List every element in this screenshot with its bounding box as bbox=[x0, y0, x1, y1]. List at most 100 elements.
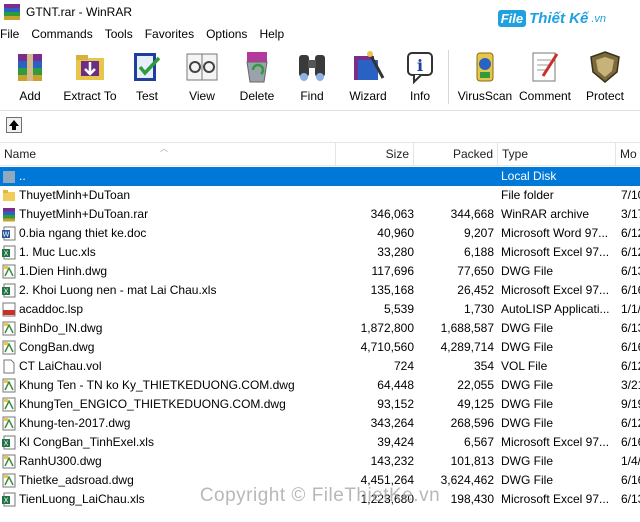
menu-options[interactable]: Options bbox=[206, 27, 253, 41]
menu-favorites[interactable]: Favorites bbox=[145, 27, 200, 41]
file-type: DWG File bbox=[501, 397, 553, 411]
file-row[interactable]: CongBan.dwg 4,710,560 4,289,714 DWG File 6/1… bbox=[0, 338, 640, 357]
delete-button[interactable]: Delete bbox=[230, 46, 284, 108]
file-name: RanhU300.dwg bbox=[19, 454, 102, 468]
add-label: Add bbox=[19, 89, 41, 103]
file-size: 33,280 bbox=[377, 245, 414, 259]
file-row[interactable]: BinhDo_IN.dwg 1,872,800 1,688,587 DWG File 6… bbox=[0, 319, 640, 338]
file-type: Microsoft Excel 97... bbox=[501, 435, 610, 449]
file-name: acaddoc.lsp bbox=[19, 302, 84, 316]
view-glasses-icon bbox=[186, 53, 218, 81]
toolbar-separator bbox=[448, 50, 449, 104]
column-name[interactable]: Name bbox=[0, 143, 336, 166]
column-modified[interactable]: Mo bbox=[616, 143, 640, 166]
up-folder-button[interactable] bbox=[6, 116, 22, 133]
file-packed: 1,688,587 bbox=[440, 321, 494, 335]
file-name-cell: CT LaiChau.vol bbox=[0, 357, 336, 376]
file-type: VOL File bbox=[501, 359, 548, 373]
file-row[interactable]: Khung-ten-2017.dwg 343,264 268,596 DWG File… bbox=[0, 414, 640, 433]
file-packed: 6,567 bbox=[463, 435, 494, 449]
file-modified: 9/19 bbox=[621, 397, 640, 411]
menu-help[interactable]: Help bbox=[259, 27, 290, 41]
file-packed: 268,596 bbox=[450, 416, 494, 430]
file-name-cell: 1.Dien Hinh.dwg bbox=[0, 262, 336, 281]
menu-commands[interactable]: Commands bbox=[31, 27, 98, 41]
comment-button[interactable]: Comment bbox=[515, 46, 575, 108]
file-packed: 3,624,462 bbox=[440, 473, 494, 487]
delete-label: Delete bbox=[239, 89, 275, 103]
file-name: ThuyetMinh+DuToan bbox=[19, 188, 131, 202]
menu-tools[interactable]: Tools bbox=[105, 27, 139, 41]
file-row[interactable]: ThuyetMinh+DuToan File folder 7/10 bbox=[0, 186, 640, 205]
file-type: DWG File bbox=[501, 454, 553, 468]
file-packed: 354 bbox=[473, 359, 494, 373]
info-label: Info bbox=[409, 89, 430, 103]
file-row[interactable]: ThuyetMinh+DuToan.rar 346,063 344,668 WinRA… bbox=[0, 205, 640, 224]
dwg-icon bbox=[2, 321, 16, 336]
winrar-app-icon bbox=[4, 4, 20, 20]
extract-folder-icon bbox=[76, 55, 104, 80]
virus-scan-button[interactable]: VirusScan bbox=[455, 46, 515, 108]
parent-folder-icon bbox=[2, 169, 16, 184]
file-row[interactable]: acaddoc.lsp 5,539 1,730 AutoLISP Applicati.… bbox=[0, 300, 640, 319]
file-packed: 344,668 bbox=[450, 207, 494, 221]
file-name-cell: X 1. Muc Luc.xls bbox=[0, 243, 336, 262]
add-button[interactable]: Add bbox=[0, 46, 60, 108]
column-size[interactable]: Size bbox=[336, 143, 414, 166]
file-modified: 3/21 bbox=[621, 378, 640, 392]
file-row[interactable]: W 0.bia ngang thiet ke.doc 40,960 9,207 Micr… bbox=[0, 224, 640, 243]
file-row[interactable]: 1.Dien Hinh.dwg 117,696 77,650 DWG File 6/13 bbox=[0, 262, 640, 281]
virus-scan-icon bbox=[476, 52, 494, 82]
file-type: WinRAR archive bbox=[501, 207, 590, 221]
file-type: Microsoft Excel 97... bbox=[501, 283, 610, 297]
file-name: 2. Khoi Luong nen - mat Lai Chau.xls bbox=[19, 283, 217, 297]
file-row[interactable]: Thietke_adsroad.dwg 4,451,264 3,624,462 DWG… bbox=[0, 471, 640, 490]
file-size: 93,152 bbox=[377, 397, 414, 411]
file-row[interactable]: CT LaiChau.vol 724 354 VOL File 6/12 bbox=[0, 357, 640, 376]
file-modified: 7/10 bbox=[621, 188, 640, 202]
file-row[interactable]: X 2. Khoi Luong nen - mat Lai Chau.xls 135… bbox=[0, 281, 640, 300]
file-row[interactable]: X TienLuong_LaiChau.xls 1,223,680 198,430 Mi… bbox=[0, 490, 640, 509]
file-name: BinhDo_IN.dwg bbox=[19, 321, 103, 335]
file-name-cell: .. bbox=[0, 167, 336, 186]
file-name: CT LaiChau.vol bbox=[19, 359, 102, 373]
protect-button[interactable]: Protect bbox=[575, 46, 635, 108]
file-name: Kl CongBan_TinhExel.xls bbox=[19, 435, 154, 449]
test-button[interactable]: Test bbox=[120, 46, 174, 108]
file-type: DWG File bbox=[501, 340, 553, 354]
file-size: 346,063 bbox=[370, 207, 414, 221]
file-modified: 6/13 bbox=[621, 492, 640, 506]
view-button[interactable]: View bbox=[174, 46, 230, 108]
test-label: Test bbox=[135, 89, 158, 103]
file-packed: 1,730 bbox=[463, 302, 494, 316]
file-modified: 6/16 bbox=[621, 283, 640, 297]
info-button[interactable]: i Info bbox=[396, 46, 444, 108]
file-name: KhungTen_ENGICO_THIETKEDUONG.COM.dwg bbox=[19, 397, 286, 411]
wizard-button[interactable]: Wizard bbox=[340, 46, 396, 108]
protect-shield-icon bbox=[590, 51, 620, 83]
file-name: 1. Muc Luc.xls bbox=[19, 245, 96, 259]
file-packed: 101,813 bbox=[450, 454, 494, 468]
file-row[interactable]: X 1. Muc Luc.xls 33,280 6,188 Microsoft Exce… bbox=[0, 243, 640, 262]
file-row[interactable]: RanhU300.dwg 143,232 101,813 DWG File 1/4/ bbox=[0, 452, 640, 471]
file-size: 143,232 bbox=[370, 454, 414, 468]
menu-bar: File Commands Tools Favorites Options He… bbox=[0, 24, 640, 44]
column-type[interactable]: Type bbox=[498, 143, 616, 166]
column-packed[interactable]: Packed bbox=[414, 143, 498, 166]
file-row[interactable]: Khung Ten - TN ko Ky_THIETKEDUONG.COM.dw… bbox=[0, 376, 640, 395]
file-row[interactable]: KhungTen_ENGICO_THIETKEDUONG.COM.dwg 93,1… bbox=[0, 395, 640, 414]
file-name-cell: acaddoc.lsp bbox=[0, 300, 336, 319]
find-label: Find bbox=[300, 89, 324, 103]
file-size: 4,710,560 bbox=[360, 340, 414, 354]
file-row[interactable]: .. Local Disk bbox=[0, 167, 640, 186]
file-row[interactable]: X Kl CongBan_TinhExel.xls 39,424 6,567 Micro… bbox=[0, 433, 640, 452]
svg-text:W: W bbox=[3, 231, 10, 239]
find-button[interactable]: Find bbox=[284, 46, 340, 108]
file-name-cell: ThuyetMinh+DuToan.rar bbox=[0, 205, 336, 224]
lsp-icon bbox=[2, 302, 16, 317]
svg-text:i: i bbox=[417, 56, 423, 75]
rar-archive-icon bbox=[2, 207, 16, 222]
extract-to-button[interactable]: Extract To bbox=[60, 46, 120, 108]
file-name-cell: KhungTen_ENGICO_THIETKEDUONG.COM.dwg bbox=[0, 395, 336, 414]
menu-file[interactable]: File bbox=[0, 27, 25, 41]
